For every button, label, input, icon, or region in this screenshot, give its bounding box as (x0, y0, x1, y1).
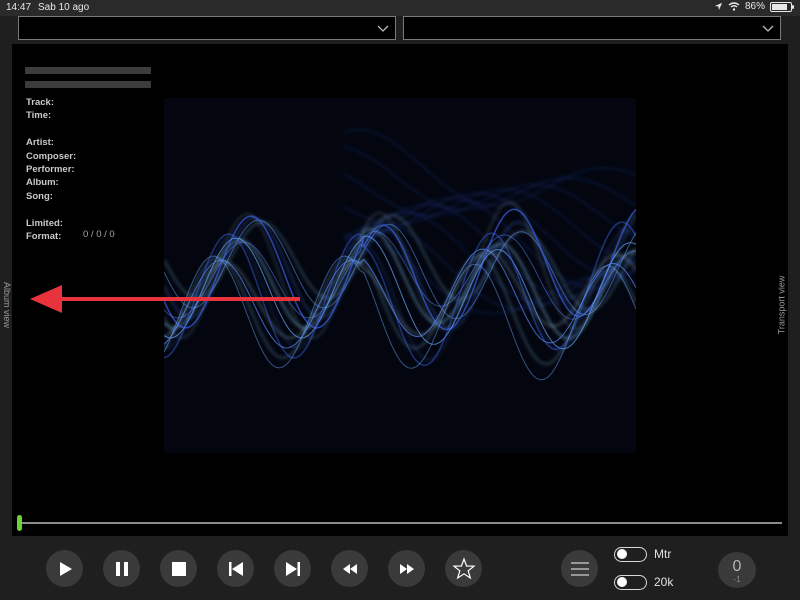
progress-handle[interactable] (17, 515, 22, 531)
stop-button[interactable] (160, 550, 197, 587)
album-label: Album: (26, 177, 59, 189)
battery-percent: 86% (744, 1, 765, 12)
previous-button[interactable] (217, 550, 254, 587)
location-icon (714, 2, 723, 11)
counter-sub-value: -1 (733, 575, 741, 584)
song-label: Song: (26, 190, 53, 202)
star-icon (451, 556, 476, 579)
wave-line-upper (343, 223, 636, 310)
status-bar: 14:47 Sab 10 ago 86% (0, 0, 800, 16)
rewind-button[interactable] (331, 550, 368, 587)
left-dropdown[interactable] (18, 16, 396, 40)
previous-icon (228, 561, 243, 576)
track-label: Track: (26, 97, 54, 108)
pause-icon (115, 561, 128, 576)
favorite-button[interactable] (445, 550, 482, 587)
stop-icon (171, 561, 186, 576)
counter-value: 0 (732, 558, 742, 575)
wifi-icon (728, 2, 740, 11)
filter-20k-toggle-label: 20k (654, 575, 674, 589)
title-placeholder-bar (25, 67, 151, 74)
play-button[interactable] (46, 550, 83, 587)
right-dropdown[interactable] (403, 16, 781, 40)
filter-20k-toggle[interactable] (614, 575, 647, 590)
toggle-knob (617, 577, 627, 587)
visualizer-waves (164, 129, 636, 381)
limited-label: Limited: (26, 217, 63, 229)
status-time: 14:47 (6, 2, 32, 13)
toggle-knob (617, 549, 627, 559)
visualizer[interactable] (164, 98, 636, 453)
format-label: Format: (26, 230, 62, 242)
subtitle-placeholder-bar (25, 81, 151, 88)
battery-fill (772, 3, 788, 10)
meter-toggle[interactable] (614, 547, 647, 562)
meter-toggle-label: Mtr (654, 547, 672, 561)
performer-label: Performer: (26, 163, 75, 175)
wave-line-upper (343, 129, 636, 207)
chevron-down-icon (377, 25, 389, 32)
composer-label: Composer: (26, 150, 77, 162)
progress-track[interactable] (22, 522, 782, 524)
play-icon (59, 561, 72, 576)
counter-button[interactable]: 0 -1 (718, 552, 756, 588)
time-label: Time: (26, 110, 52, 122)
next-icon (285, 561, 300, 576)
transport-view-tab[interactable]: Transport view (776, 276, 786, 335)
next-button[interactable] (274, 550, 311, 587)
rewind-icon (342, 563, 357, 574)
status-date: Sab 10 ago (38, 2, 90, 13)
fast-forward-button[interactable] (388, 550, 425, 587)
battery-icon (770, 1, 794, 12)
arrow-annotation (30, 285, 300, 313)
pause-button[interactable] (103, 550, 140, 587)
fast-forward-icon (399, 563, 414, 574)
menu-button[interactable] (561, 550, 598, 587)
chevron-down-icon (762, 25, 774, 32)
album-view-tab[interactable]: Album view (2, 282, 12, 328)
menu-icon (570, 561, 589, 576)
artist-label: Artist: (26, 137, 54, 149)
track-info: Track: Time: Artist: Composer: Performer… (26, 96, 76, 243)
wave-line-upper (343, 146, 636, 211)
format-value: 0 / 0 / 0 (83, 229, 115, 240)
status-right: 86% (714, 1, 794, 12)
